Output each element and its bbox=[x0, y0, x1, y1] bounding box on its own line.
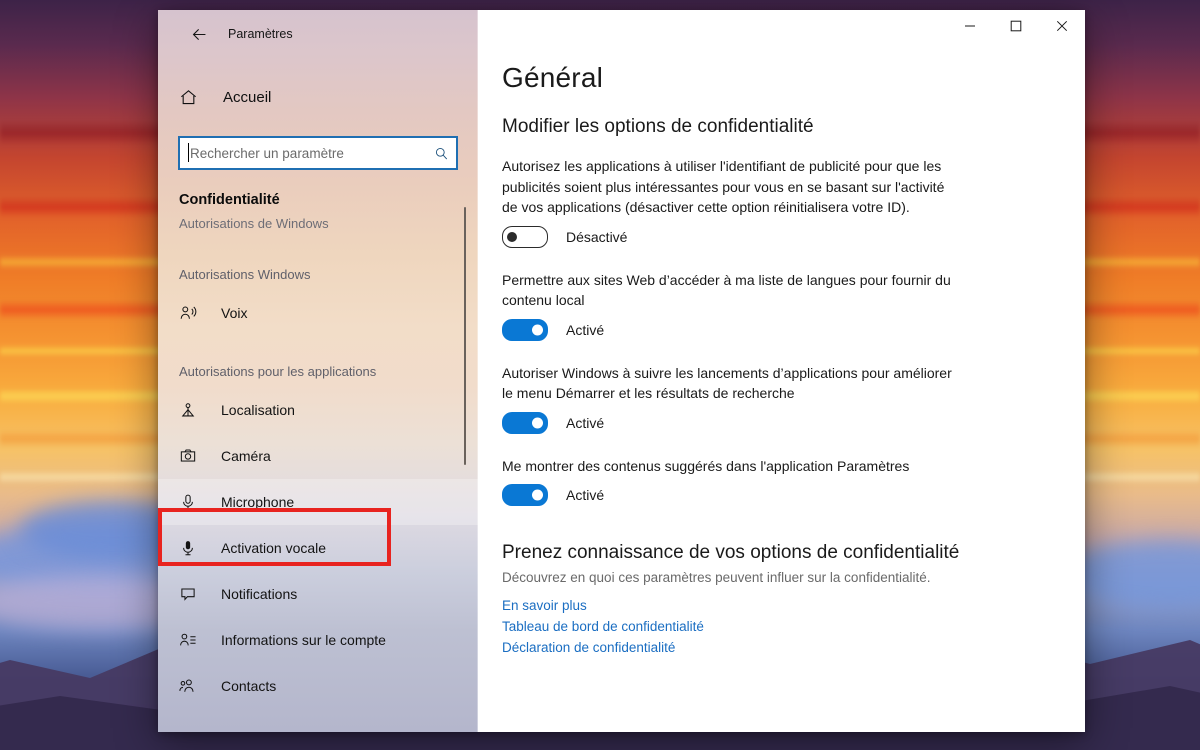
sidebar-item-contacts[interactable]: Contacts bbox=[158, 663, 478, 709]
notification-bubble-icon bbox=[179, 585, 207, 603]
back-arrow-icon[interactable] bbox=[178, 18, 220, 50]
text-caret bbox=[188, 143, 189, 162]
sidebar-item-label: Activation vocale bbox=[221, 540, 327, 556]
maximize-button[interactable] bbox=[993, 10, 1039, 42]
sidebar-group-title-app-permissions: Autorisations pour les applications bbox=[179, 364, 377, 379]
link-declaration-confidentialite[interactable]: Déclaration de confidentialité bbox=[502, 637, 1085, 658]
window-caption-buttons bbox=[947, 10, 1085, 42]
sidebar-item-home[interactable]: Accueil bbox=[158, 74, 478, 120]
search-box[interactable] bbox=[178, 136, 458, 170]
setting-description: Me montrer des contenus suggérés dans l'… bbox=[502, 457, 910, 474]
sidebar-item-voix[interactable]: Voix bbox=[158, 290, 478, 336]
voice-person-icon bbox=[179, 304, 207, 322]
sidebar-item-notifications[interactable]: Notifications bbox=[158, 571, 478, 617]
link-tableau-de-bord[interactable]: Tableau de bord de confidentialité bbox=[502, 616, 1085, 637]
toggle-knob bbox=[532, 489, 543, 501]
home-icon bbox=[179, 88, 209, 107]
sidebar-item-label: Contacts bbox=[221, 678, 277, 694]
contacts-icon bbox=[179, 677, 207, 695]
toggle-state-label: Activé bbox=[566, 414, 605, 431]
setting-description: Autorisez les applications à utiliser l'… bbox=[502, 158, 945, 215]
camera-icon bbox=[179, 447, 207, 465]
learn-more-subtext: Découvrez en quoi ces paramètres peuvent… bbox=[502, 570, 931, 585]
toggle-knob bbox=[507, 231, 517, 242]
setting-row-language-list: Activé bbox=[502, 318, 1085, 341]
sidebar-item-microphone[interactable]: Microphone bbox=[158, 479, 478, 525]
sidebar-item-label: Voix bbox=[221, 305, 248, 321]
sidebar-scrollbar[interactable] bbox=[464, 207, 466, 465]
toggle-knob bbox=[532, 417, 543, 428]
sidebar-item-label: Caméra bbox=[221, 448, 271, 464]
sidebar-item-label: Informations sur le compte bbox=[221, 632, 386, 648]
toggle-state-label: Activé bbox=[566, 321, 605, 338]
voice-activation-icon bbox=[179, 539, 207, 557]
window-titlebar: Paramètres bbox=[158, 10, 478, 58]
search-input[interactable] bbox=[180, 137, 426, 169]
account-info-icon bbox=[179, 631, 207, 649]
toggle-app-launch-tracking[interactable] bbox=[502, 411, 548, 434]
setting-description: Permettre aux sites Web d’accéder à ma l… bbox=[502, 271, 951, 309]
search-icon[interactable] bbox=[426, 146, 456, 161]
link-en-savoir-plus[interactable]: En savoir plus bbox=[502, 595, 1085, 616]
window-title: Paramètres bbox=[228, 27, 293, 41]
toggle-knob bbox=[532, 324, 543, 335]
microphone-icon bbox=[179, 493, 207, 511]
sidebar-group-title-clipped: Autorisations de Windows bbox=[179, 216, 329, 231]
sidebar-section-title: Confidentialité bbox=[179, 192, 280, 208]
settings-window: Paramètres Accueil Rechercher un paramèt… bbox=[158, 10, 1085, 732]
sidebar-item-label: Notifications bbox=[221, 586, 298, 602]
close-button[interactable] bbox=[1039, 10, 1085, 42]
sidebar-item-informations-compte[interactable]: Informations sur le compte bbox=[158, 617, 478, 663]
page-title: Général bbox=[502, 62, 604, 93]
section-heading: Modifier les options de confidentialité bbox=[502, 116, 814, 137]
sidebar-item-activation-vocale[interactable]: Activation vocale bbox=[158, 525, 478, 571]
setting-row-app-launch-tracking: Activé bbox=[502, 411, 1085, 434]
toggle-state-label: Désactivé bbox=[566, 228, 628, 245]
setting-row-suggested-content: Activé bbox=[502, 484, 1085, 506]
sidebar-item-camera[interactable]: Caméra bbox=[158, 433, 478, 479]
sidebar: Paramètres Accueil Rechercher un paramèt… bbox=[158, 10, 478, 732]
desktop: Paramètres Accueil Rechercher un paramèt… bbox=[0, 0, 1200, 750]
toggle-advertising-id[interactable] bbox=[502, 225, 548, 248]
setting-description: Autoriser Windows à suivre les lancement… bbox=[502, 364, 952, 402]
location-pin-icon bbox=[179, 401, 207, 419]
sidebar-item-home-label: Accueil bbox=[223, 88, 272, 106]
learn-more-heading: Prenez connaissance de vos options de co… bbox=[502, 542, 960, 563]
sidebar-item-label: Microphone bbox=[221, 494, 295, 510]
settings-content: Général Modifier les options de confiden… bbox=[478, 10, 1085, 658]
setting-row-advertising-id: Désactivé bbox=[502, 225, 1085, 248]
main-content: Général Modifier les options de confiden… bbox=[478, 10, 1085, 732]
toggle-language-list[interactable] bbox=[502, 318, 548, 341]
toggle-state-label: Activé bbox=[566, 487, 605, 503]
sidebar-item-localisation[interactable]: Localisation bbox=[158, 387, 478, 433]
sidebar-group-title-windows-permissions: Autorisations Windows bbox=[179, 267, 311, 282]
toggle-suggested-content[interactable] bbox=[502, 484, 548, 506]
minimize-button[interactable] bbox=[947, 10, 993, 42]
sidebar-item-label: Localisation bbox=[221, 402, 295, 418]
